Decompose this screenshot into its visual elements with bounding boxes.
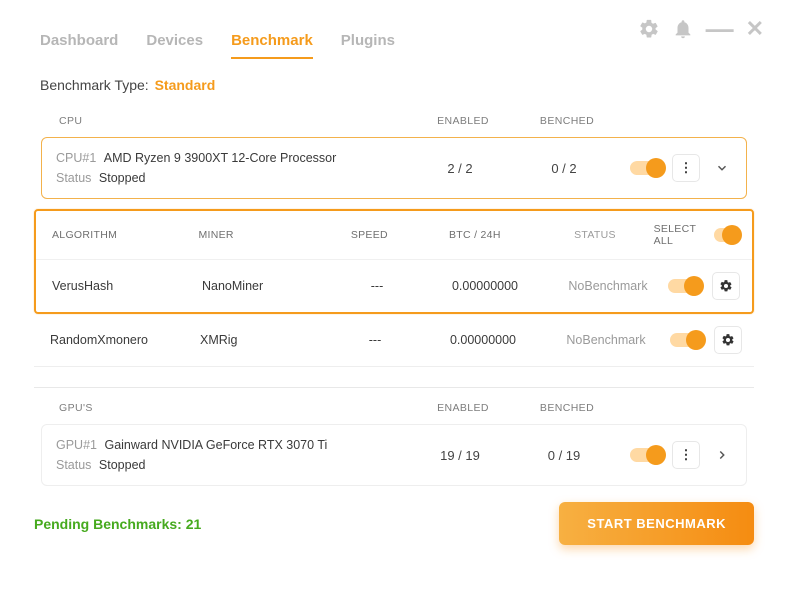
cpu-section-title: CPU <box>59 115 411 127</box>
cpu-status-label: Status <box>56 171 91 185</box>
cpu-expand-button[interactable] <box>708 154 736 182</box>
col-algorithm: ALGORITHM <box>52 229 198 241</box>
minimize-icon[interactable]: — <box>706 23 734 35</box>
pending-benchmarks: Pending Benchmarks: 21 <box>34 516 201 532</box>
gpu-device-id: GPU#1 <box>56 438 97 452</box>
cpu-device-info: CPU#1 AMD Ryzen 9 3900XT 12-Core Process… <box>56 148 408 188</box>
algo-speed: --- <box>330 333 420 347</box>
gpu-device-name: Gainward NVIDIA GeForce RTX 3070 Ti <box>104 438 327 452</box>
settings-icon[interactable] <box>638 18 660 40</box>
col-speed: SPEED <box>325 229 413 241</box>
algo-btc: 0.00000000 <box>420 333 546 347</box>
benchmark-type-value[interactable]: Standard <box>155 77 216 93</box>
tab-dashboard[interactable]: Dashboard <box>40 32 118 59</box>
start-benchmark-button[interactable]: START BENCHMARK <box>559 502 754 545</box>
close-icon[interactable]: ✕ <box>746 16 764 42</box>
cpu-device-id: CPU#1 <box>56 151 96 165</box>
tab-devices[interactable]: Devices <box>146 32 203 59</box>
algo-toggle[interactable] <box>670 333 704 347</box>
select-all-label: SELECT ALL <box>654 223 704 247</box>
notifications-icon[interactable] <box>672 18 694 40</box>
divider <box>34 387 754 388</box>
col-btc: BTC / 24H <box>413 229 536 241</box>
cpu-status-value: Stopped <box>99 171 146 185</box>
gpu-benched-header: BENCHED <box>515 402 619 414</box>
select-all-toggle[interactable] <box>714 228 740 242</box>
cpu-device-card[interactable]: CPU#1 AMD Ryzen 9 3900XT 12-Core Process… <box>41 137 747 199</box>
algo-name: VerusHash <box>52 279 202 293</box>
cpu-benched-header: BENCHED <box>515 115 619 127</box>
algo-status: NoBenchmark <box>548 279 668 293</box>
cpu-benched-count: 0 / 2 <box>512 161 616 176</box>
algo-settings-button[interactable] <box>714 326 742 354</box>
cpu-device-name: AMD Ryzen 9 3900XT 12-Core Processor <box>104 151 337 165</box>
gpu-expand-button[interactable] <box>708 441 736 469</box>
col-status: STATUS <box>536 229 653 241</box>
algorithm-table-highlight: ALGORITHM MINER SPEED BTC / 24H STATUS S… <box>34 209 754 314</box>
cpu-more-button[interactable]: ⋮ <box>672 154 700 182</box>
algo-row[interactable]: VerusHash NanoMiner --- 0.00000000 NoBen… <box>36 260 752 312</box>
gpu-status-value: Stopped <box>99 458 146 472</box>
algo-settings-button[interactable] <box>712 272 740 300</box>
algo-btc: 0.00000000 <box>422 279 548 293</box>
gpu-benched-count: 0 / 19 <box>512 448 616 463</box>
col-miner: MINER <box>198 229 325 241</box>
cpu-enabled-header: ENABLED <box>411 115 515 127</box>
algo-toggle[interactable] <box>668 279 702 293</box>
tab-benchmark[interactable]: Benchmark <box>231 32 313 59</box>
gpu-status-label: Status <box>56 458 91 472</box>
cpu-enable-toggle[interactable] <box>630 161 664 175</box>
gpu-enabled-header: ENABLED <box>411 402 515 414</box>
cpu-enabled-count: 2 / 2 <box>408 161 512 176</box>
gpu-device-info: GPU#1 Gainward NVIDIA GeForce RTX 3070 T… <box>56 435 408 475</box>
algo-name: RandomXmonero <box>50 333 200 347</box>
algo-row[interactable]: RandomXmonero XMRig --- 0.00000000 NoBen… <box>34 314 754 367</box>
algo-status: NoBenchmark <box>546 333 666 347</box>
algo-miner: XMRig <box>200 333 330 347</box>
gpu-more-button[interactable]: ⋮ <box>672 441 700 469</box>
gpu-enabled-count: 19 / 19 <box>408 448 512 463</box>
benchmark-type-label: Benchmark Type: <box>40 77 149 93</box>
tab-plugins[interactable]: Plugins <box>341 32 395 59</box>
gpu-device-card[interactable]: GPU#1 Gainward NVIDIA GeForce RTX 3070 T… <box>41 424 747 486</box>
gpu-enable-toggle[interactable] <box>630 448 664 462</box>
algo-speed: --- <box>332 279 422 293</box>
gpu-section-title: GPU'S <box>59 402 411 414</box>
algo-miner: NanoMiner <box>202 279 332 293</box>
